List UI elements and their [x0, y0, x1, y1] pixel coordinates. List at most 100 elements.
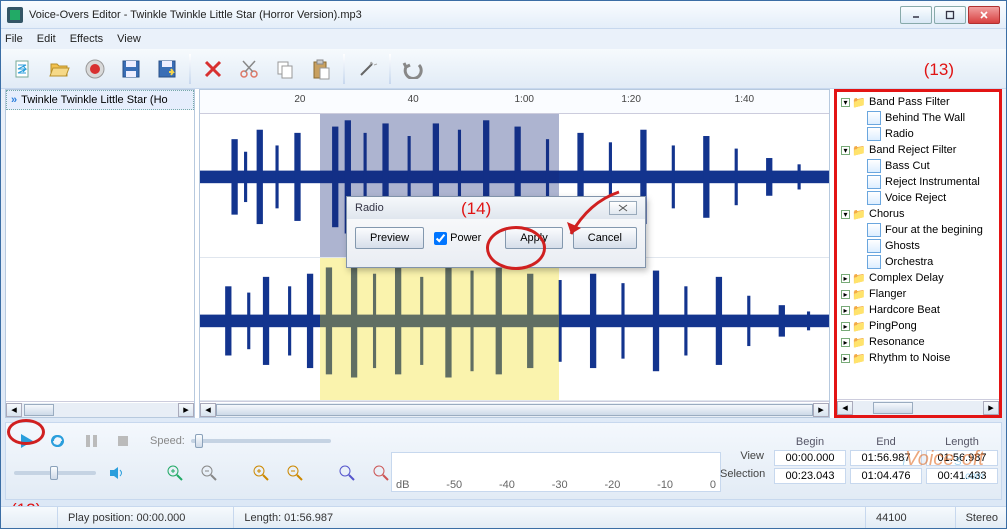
tree-folder-resonance[interactable]: ▸📁Resonance — [837, 334, 999, 350]
effect-dialog: Radio Preview Power Apply Cancel — [346, 196, 646, 268]
fast-forward-icon: » — [11, 94, 17, 106]
effects-tree: ▾📁Band Pass Filter Behind The Wall Radio… — [837, 92, 999, 399]
cancel-button[interactable]: Cancel — [573, 227, 637, 249]
ruler-tick: 40 — [408, 94, 419, 105]
track-label: Twinkle Twinkle Little Star (Ho — [21, 94, 168, 106]
menu-effects[interactable]: Effects — [70, 33, 103, 45]
track-item[interactable]: » Twinkle Twinkle Little Star (Ho — [6, 90, 194, 110]
volume-slider[interactable] — [14, 471, 96, 475]
hdr-begin: Begin — [774, 436, 846, 448]
status-channels: Stereo — [955, 507, 998, 528]
window-title: Voice-Overs Editor - Twinkle Twinkle Lit… — [29, 9, 900, 21]
tree-folder-hardcore[interactable]: ▸📁Hardcore Beat — [837, 302, 999, 318]
menu-edit[interactable]: Edit — [37, 33, 56, 45]
scroll-right-icon[interactable]: ▸ — [178, 403, 194, 417]
new-file-button[interactable] — [7, 53, 39, 85]
dialog-titlebar: Radio — [347, 197, 645, 219]
hdr-length: Length — [926, 436, 998, 448]
view-label: View — [720, 450, 770, 466]
cut-button[interactable] — [233, 53, 265, 85]
paste-button[interactable] — [305, 53, 337, 85]
status-play-position: Play position: 00:00.000 — [57, 507, 185, 528]
tree-leaf-radio[interactable]: Radio — [837, 126, 999, 142]
save-as-button[interactable] — [151, 53, 183, 85]
save-button[interactable] — [115, 53, 147, 85]
zoom-v-in-button[interactable] — [248, 462, 274, 484]
dialog-title: Radio — [355, 202, 384, 214]
tree-folder-complex[interactable]: ▸📁Complex Delay — [837, 270, 999, 286]
effects-scrollbar[interactable]: ◂ ▸ — [837, 399, 999, 415]
menubar: File Edit Effects View — [1, 29, 1006, 49]
tracklist-scrollbar[interactable]: ◂ ▸ — [6, 401, 194, 417]
speed-label: Speed: — [150, 435, 185, 447]
preview-button[interactable]: Preview — [355, 227, 424, 249]
tree-leaf-inst[interactable]: Reject Instrumental — [837, 174, 999, 190]
minimize-button[interactable] — [900, 6, 932, 24]
view-length: 01:56.987 — [926, 450, 998, 466]
sel-label: Selection — [720, 468, 770, 484]
statusbar: Play position: 00:00.000 Length: 01:56.9… — [1, 506, 1006, 528]
scroll-right-icon[interactable]: ▸ — [983, 401, 999, 415]
tree-leaf-bass[interactable]: Bass Cut — [837, 158, 999, 174]
view-end: 01:56.987 — [850, 450, 922, 466]
view-begin: 00:00.000 — [774, 450, 846, 466]
delete-button[interactable] — [197, 53, 229, 85]
tree-folder-rhythm[interactable]: ▸📁Rhythm to Noise — [837, 350, 999, 366]
app-icon — [7, 7, 23, 23]
speaker-icon[interactable] — [104, 462, 130, 484]
maximize-button[interactable] — [934, 6, 966, 24]
status-length: Length: 01:56.987 — [233, 507, 333, 528]
scroll-right-icon[interactable]: ▸ — [813, 403, 829, 417]
scroll-left-icon[interactable]: ◂ — [837, 401, 853, 415]
waveform-scrollbar[interactable]: ◂ ▸ — [200, 401, 829, 417]
tree-folder-pingpong[interactable]: ▸📁PingPong — [837, 318, 999, 334]
titlebar: Voice-Overs Editor - Twinkle Twinkle Lit… — [1, 1, 1006, 29]
copy-button[interactable] — [269, 53, 301, 85]
time-info-grid: Begin End Length View 00:00.000 01:56.98… — [720, 436, 998, 484]
menu-view[interactable]: View — [117, 33, 141, 45]
record-button[interactable] — [79, 53, 111, 85]
scroll-left-icon[interactable]: ◂ — [200, 403, 216, 417]
pause-button[interactable] — [78, 430, 104, 452]
close-button[interactable] — [968, 6, 1000, 24]
apply-button[interactable]: Apply — [505, 227, 563, 249]
sel-length: 00:41.433 — [926, 468, 998, 484]
scroll-thumb[interactable] — [216, 404, 813, 416]
effects-wand-button[interactable] — [351, 53, 383, 85]
tree-folder-bandreject[interactable]: ▾📁Band Reject Filter — [837, 142, 999, 158]
tree-leaf-behind[interactable]: Behind The Wall — [837, 110, 999, 126]
tree-leaf-four[interactable]: Four at the begining — [837, 222, 999, 238]
tree-folder-bandpass[interactable]: ▾📁Band Pass Filter — [837, 94, 999, 110]
speed-slider[interactable] — [191, 439, 331, 443]
zoom-fit-button[interactable] — [334, 462, 360, 484]
tree-leaf-voice[interactable]: Voice Reject — [837, 190, 999, 206]
tree-folder-chorus[interactable]: ▾📁Chorus — [837, 206, 999, 222]
tree-folder-flanger[interactable]: ▸📁Flanger — [837, 286, 999, 302]
hdr-end: End — [850, 436, 922, 448]
loop-button[interactable] — [46, 430, 72, 452]
power-checkbox-label[interactable]: Power — [434, 232, 481, 245]
db-meter: dB -50 -40 -30 -20 -10 0 — [391, 452, 721, 492]
zoom-v-out-button[interactable] — [282, 462, 308, 484]
play-button[interactable] — [14, 430, 40, 452]
menu-file[interactable]: File — [5, 33, 23, 45]
toolbar — [1, 49, 1006, 89]
effects-panel: ▾📁Band Pass Filter Behind The Wall Radio… — [834, 89, 1002, 418]
time-ruler[interactable]: 20 40 1:00 1:20 1:40 — [200, 90, 829, 114]
scroll-left-icon[interactable]: ◂ — [6, 403, 22, 417]
sel-begin: 00:23.043 — [774, 468, 846, 484]
zoom-in-button[interactable] — [162, 462, 188, 484]
stop-button[interactable] — [110, 430, 136, 452]
tree-leaf-ghosts[interactable]: Ghosts — [837, 238, 999, 254]
zoom-out-button[interactable] — [196, 462, 222, 484]
ruler-tick: 1:00 — [515, 94, 534, 105]
ruler-tick: 1:20 — [621, 94, 640, 105]
power-checkbox[interactable] — [434, 232, 447, 245]
dialog-close-button[interactable] — [609, 201, 637, 215]
undo-button[interactable] — [397, 53, 429, 85]
scroll-thumb[interactable] — [873, 402, 913, 414]
status-samplerate: 44100 — [865, 507, 907, 528]
tree-leaf-orch[interactable]: Orchestra — [837, 254, 999, 270]
scroll-thumb[interactable] — [24, 404, 54, 416]
open-file-button[interactable] — [43, 53, 75, 85]
